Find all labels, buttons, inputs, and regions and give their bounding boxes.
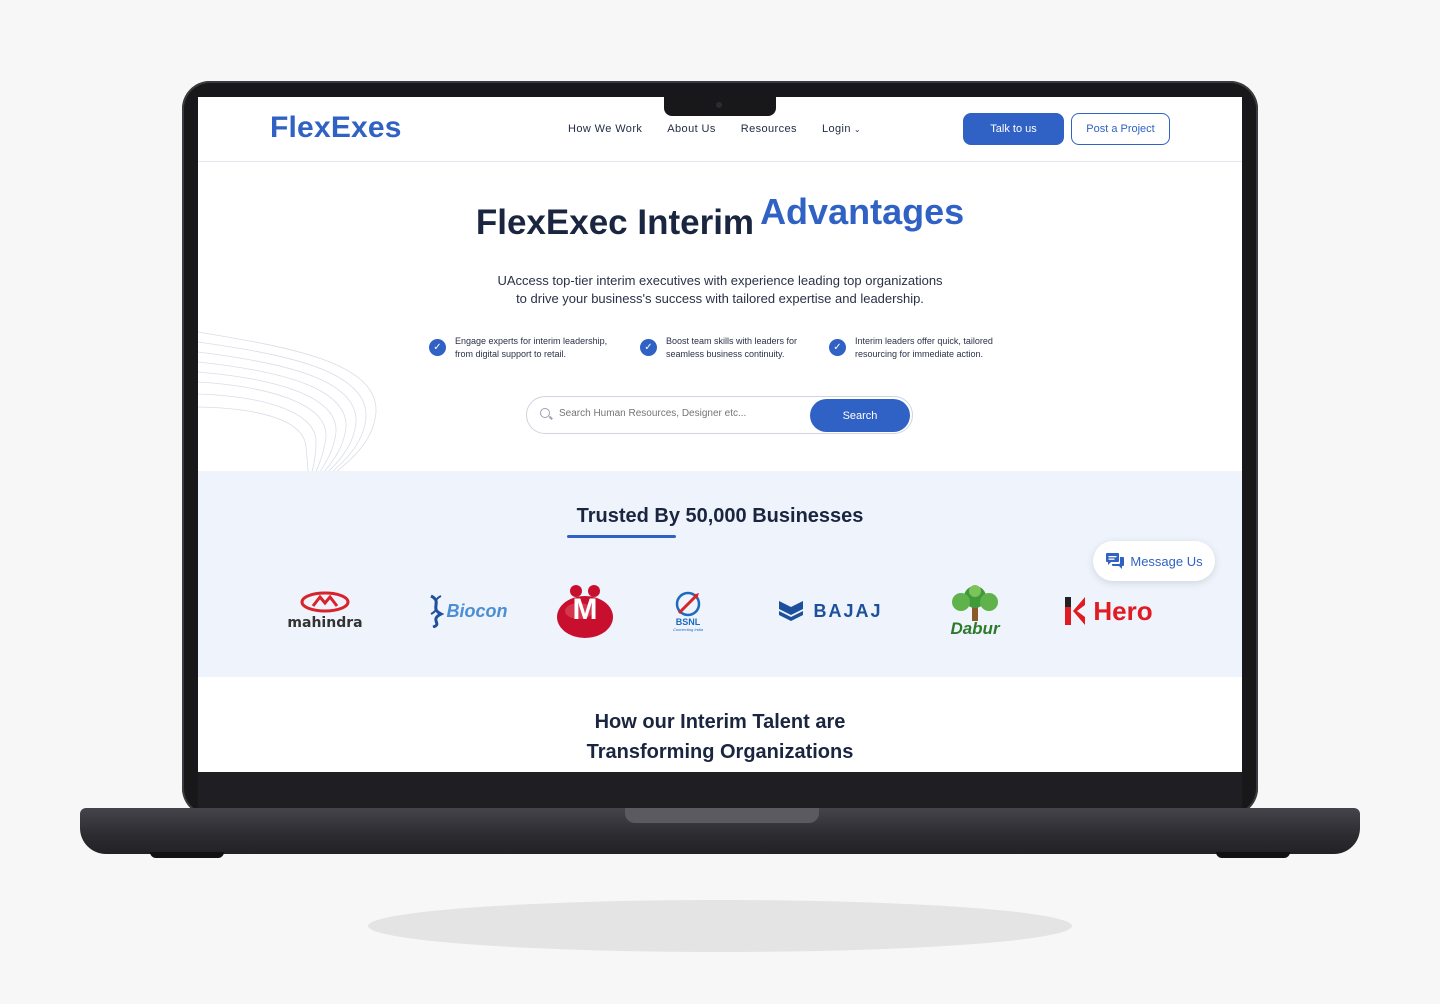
message-us-button[interactable]: Message Us — [1093, 541, 1215, 581]
m-letter: M — [572, 593, 598, 626]
feature-list: ✓ Engage experts for interim leadership,… — [429, 335, 1019, 361]
bsnl-tagline: Connecting India — [672, 626, 704, 632]
laptop-foot-left — [150, 852, 224, 858]
nav-link-how-we-work[interactable]: How We Work — [568, 123, 642, 135]
bajaj-emblem-icon — [779, 601, 804, 621]
camera-icon — [716, 102, 722, 108]
section-title: How our Interim Talent are Transforming … — [198, 707, 1242, 767]
trusted-by-section: Trusted By 50,000 Businesses mahindra Bi… — [198, 471, 1242, 677]
feature-text-line: from digital support to retail. — [455, 349, 567, 359]
bajaj-wordmark: BAJAJ — [813, 600, 883, 621]
bsnl-logo: BSNL Connecting India — [666, 581, 710, 641]
hero-subtitle: UAccess top-tier interim executives with… — [198, 272, 1242, 308]
bsnl-emblem-icon — [675, 591, 701, 616]
feature-text-line: Interim leaders offer quick, tailored — [855, 336, 993, 346]
post-project-button[interactable]: Post a Project — [1071, 113, 1170, 145]
trusted-title: Trusted By 50,000 Businesses — [576, 505, 864, 527]
hero-title-accent: Advantages — [760, 191, 965, 232]
nav-link-resources[interactable]: Resources — [741, 123, 797, 135]
laptop-foot-right — [1216, 852, 1290, 858]
search-bar: Search — [526, 396, 913, 434]
hero-wordmark: Hero — [1093, 595, 1153, 626]
hero-title: FlexExec Interim Advantages — [198, 191, 1242, 243]
bsnl-wordmark: BSNL — [675, 616, 701, 627]
m-logo: M — [554, 581, 616, 641]
hero-subtitle-line2: to drive your business's success with ta… — [516, 291, 924, 306]
website-screen: FlexExes How We Work About Us Resources … — [198, 97, 1242, 772]
biocon-logo: Biocon — [420, 581, 512, 641]
section-title-line1: How our Interim Talent are — [594, 711, 846, 733]
hero-subtitle-line1: UAccess top-tier interim executives with… — [497, 273, 943, 288]
hero-title-main: FlexExec Interim — [475, 203, 755, 242]
feature-item: ✓ Boost team skills with leaders for sea… — [640, 335, 829, 361]
search-input[interactable] — [559, 408, 789, 419]
dabur-tree-icon — [952, 585, 998, 621]
section-title-line2: Transforming Organizations — [586, 741, 854, 763]
check-icon: ✓ — [429, 339, 446, 356]
site-logo[interactable]: FlexExes — [270, 111, 402, 145]
hero-emblem-icon — [1065, 597, 1086, 625]
search-button[interactable]: Search — [810, 399, 910, 432]
feature-text-line: Engage experts for interim leadership, — [455, 336, 608, 346]
nav-link-about-us[interactable]: About Us — [667, 123, 715, 135]
nav-links: How We Work About Us Resources Login ⌄ — [568, 123, 861, 135]
title-underline — [567, 535, 676, 538]
talk-to-us-button[interactable]: Talk to us — [963, 113, 1064, 145]
mahindra-logo: mahindra — [283, 581, 367, 641]
feature-item: ✓ Interim leaders offer quick, tailored … — [829, 335, 1019, 361]
dabur-logo: Dabur — [944, 581, 1006, 641]
biocon-helix-icon — [429, 594, 444, 628]
decorative-wave-lines — [198, 331, 377, 472]
bajaj-logo: BAJAJ — [769, 581, 891, 641]
chat-icon — [1106, 553, 1125, 569]
dabur-wordmark: Dabur — [950, 619, 1000, 638]
feature-text-line: resourcing for immediate action. — [855, 349, 984, 359]
laptop-base-notch — [625, 808, 819, 823]
laptop-shadow — [368, 900, 1072, 952]
chevron-down-icon: ⌄ — [853, 125, 861, 134]
laptop-chin — [198, 772, 1242, 808]
check-icon: ✓ — [829, 339, 846, 356]
nav-login-dropdown[interactable]: Login ⌄ — [822, 123, 861, 135]
message-us-label: Message Us — [1130, 553, 1203, 569]
hero-logo: Hero — [1056, 581, 1160, 641]
mahindra-emblem-icon — [300, 591, 350, 613]
nav-link-login: Login — [821, 123, 851, 135]
biocon-wordmark: Biocon — [446, 600, 508, 621]
feature-item: ✓ Engage experts for interim leadership,… — [429, 335, 640, 361]
search-icon — [540, 408, 550, 418]
camera-notch — [664, 97, 776, 116]
mahindra-wordmark: mahindra — [287, 615, 363, 631]
feature-text-line: seamless business continuity. — [666, 349, 785, 359]
feature-text-line: Boost team skills with leaders for — [666, 336, 798, 346]
check-icon: ✓ — [640, 339, 657, 356]
